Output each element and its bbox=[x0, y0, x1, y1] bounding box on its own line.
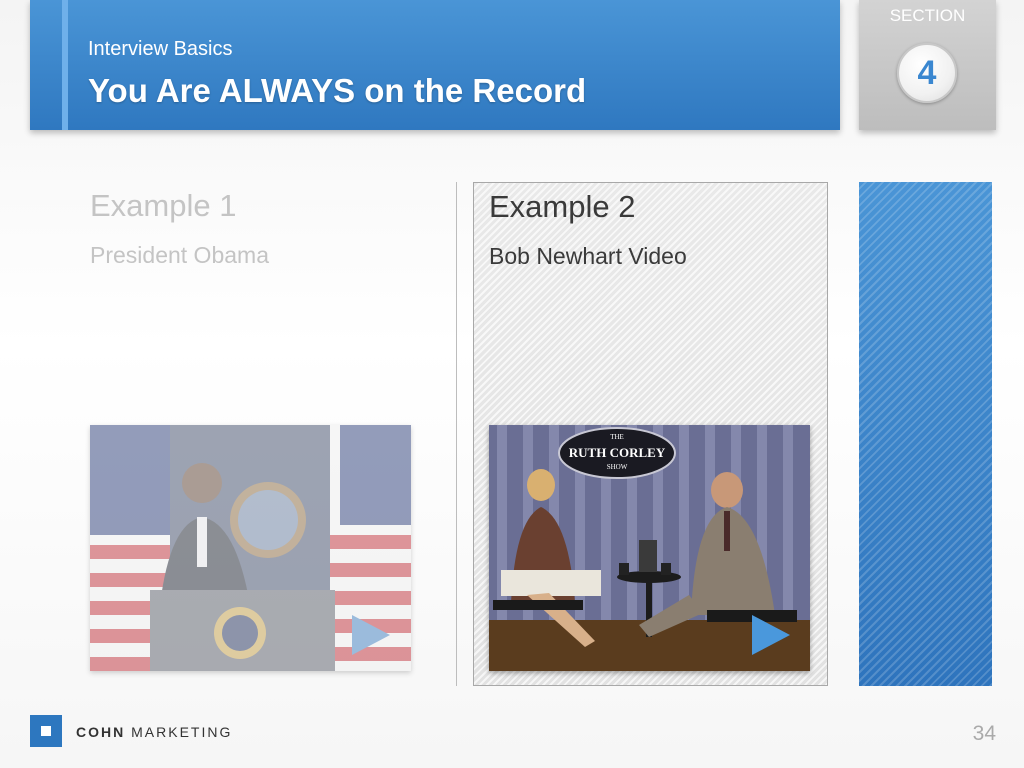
company-logo-icon bbox=[30, 715, 62, 747]
header-subtitle: Interview Basics bbox=[88, 38, 233, 60]
example-1-subtitle: President Obama bbox=[90, 242, 269, 268]
show-sign-line-3: SHOW bbox=[607, 463, 628, 471]
brand-name: COHN MARKETING bbox=[76, 724, 232, 740]
play-icon[interactable] bbox=[752, 615, 790, 655]
column-divider bbox=[456, 182, 457, 686]
brand-bold: COHN bbox=[76, 724, 126, 740]
section-badge: SECTION 4 bbox=[859, 0, 996, 130]
example-1-video-thumbnail[interactable] bbox=[90, 425, 411, 671]
section-label: SECTION bbox=[889, 6, 966, 25]
show-sign-line-2: RUTH CORLEY bbox=[569, 445, 666, 460]
header-banner: Interview Basics You Are ALWAYS on the R… bbox=[30, 0, 840, 130]
section-number: 4 bbox=[917, 53, 937, 92]
example-2-title: Example 2 bbox=[489, 189, 636, 224]
show-sign-line-1: THE bbox=[610, 433, 624, 441]
header-accent-bar bbox=[62, 0, 68, 130]
decorative-blue-panel bbox=[859, 182, 992, 686]
page-number: 34 bbox=[972, 722, 996, 745]
play-icon[interactable] bbox=[352, 615, 390, 655]
example-2-subtitle: Bob Newhart Video bbox=[489, 243, 687, 269]
example-2-video-thumbnail[interactable]: THE RUTH CORLEY SHOW bbox=[489, 425, 810, 671]
brand-light: MARKETING bbox=[131, 724, 233, 740]
example-1-title: Example 1 bbox=[90, 188, 237, 223]
page-title: You Are ALWAYS on the Record bbox=[88, 72, 587, 109]
section-number-circle: 4 bbox=[897, 43, 957, 103]
